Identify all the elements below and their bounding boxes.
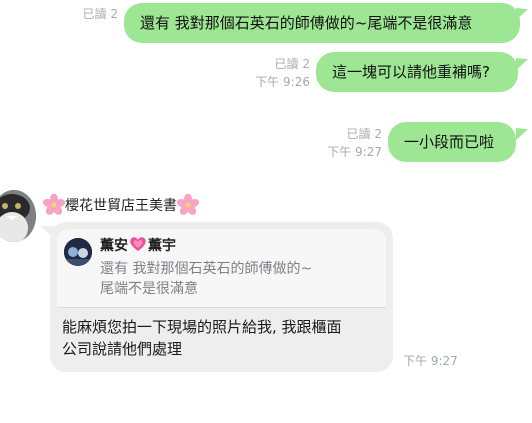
message-text: 還有 我對那個石英石的師傅做的~尾端不是很滿意 [140,14,473,32]
message-text: 一小段而已啦 [404,133,495,151]
quoted-text-line: 尾端不是很滿意 [100,281,198,297]
message-meta: 已讀 2 下午 9:27 [310,125,382,161]
timestamp: 下午 9:27 [403,354,458,368]
message-meta: 已讀 2 [70,5,118,23]
cat-photo-icon [0,190,36,242]
quoted-sender-name: 薫安 薫宇 [100,235,176,257]
outgoing-message-bubble[interactable]: 還有 我對那個石英石的師傅做的~尾端不是很滿意 [124,3,520,43]
message-meta: 已讀 2 下午 9:26 [240,55,310,91]
quoted-name-left: 薫安 [100,238,128,254]
profile-photo-icon [64,238,92,266]
message-text: 這一塊可以請他重補嗎? [332,63,490,81]
timestamp: 下午 9:26 [255,75,310,89]
sender-avatar[interactable] [0,190,36,242]
timestamp: 下午 9:27 [327,145,382,159]
cherry-blossom-icon [177,194,199,215]
reply-text: 能麻煩您拍一下現場的照片給我, 我跟櫃面 公司說請他們處理 [62,316,382,360]
quoted-text: 還有 我對那個石英石的師傅做的~ 尾端不是很滿意 [100,259,380,299]
read-receipt: 已讀 2 [82,7,118,21]
quoted-avatar [64,238,92,266]
bubble-tail [516,128,528,140]
quoted-message[interactable]: 薫安 薫宇 還有 我對那個石英石的師傅做的~ 尾端不是很滿意 [57,229,386,308]
bubble-tail [516,8,528,20]
outgoing-message-bubble[interactable]: 一小段而已啦 [388,122,516,162]
incoming-message-bubble[interactable]: 薫安 薫宇 還有 我對那個石英石的師傅做的~ 尾端不是很滿意 能麻煩您拍一下現場的… [50,222,393,372]
bubble-tail [516,58,528,70]
read-receipt: 已讀 2 [274,57,310,71]
pink-heart-icon [130,237,146,251]
read-receipt: 已讀 2 [346,127,382,141]
sender-name: 櫻花世貿店王美書 [65,198,177,214]
reply-text-line: 公司說請他們處理 [62,340,183,358]
reply-text-line: 能麻煩您拍一下現場的照片給我, 我跟櫃面 [62,318,342,336]
cherry-blossom-icon [43,194,65,215]
quoted-text-line: 還有 我對那個石英石的師傅做的~ [100,261,313,277]
sender-name-row[interactable]: 櫻花世貿店王美書 [43,194,199,216]
chat-area: 已讀 2 還有 我對那個石英石的師傅做的~尾端不是很滿意 已讀 2 下午 9:2… [0,0,532,423]
outgoing-message-bubble[interactable]: 這一塊可以請他重補嗎? [316,52,518,92]
quoted-name-right: 薫宇 [148,238,176,254]
